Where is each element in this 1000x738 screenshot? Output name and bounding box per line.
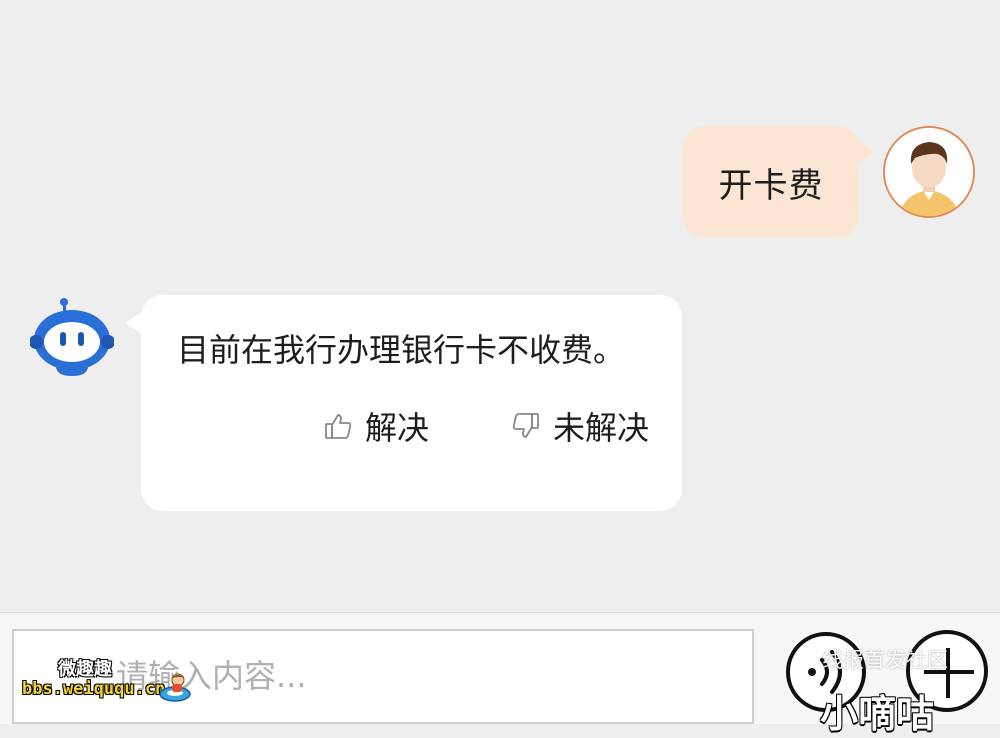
watermark-figure-icon <box>158 672 192 702</box>
thumbs-up-icon <box>323 411 353 441</box>
message-input[interactable] <box>114 649 718 703</box>
overlay-caption-bottom: 小嘀咕 <box>820 692 935 736</box>
chat-area: 开卡费 目前在我行办理银行卡不收费。 解决 未解决 <box>0 0 1000 612</box>
watermark-line2: bbs.weiququ.cn <box>22 678 166 699</box>
robot-avatar-icon <box>29 296 115 382</box>
watermark: 微趣趣 bbs.weiququ.cn <box>22 660 165 698</box>
thumbs-down-icon <box>511 411 541 441</box>
overlay-caption-top: 线报首发社区 <box>822 648 948 672</box>
solved-label: 解决 <box>365 409 430 447</box>
user-message-text: 开卡费 <box>718 165 824 206</box>
user-message-bubble: 开卡费 <box>683 126 875 238</box>
unsolved-label: 未解决 <box>553 409 650 447</box>
bot-message-text: 目前在我行办理银行卡不收费。 <box>177 331 626 369</box>
bot-message-bubble: 目前在我行办理银行卡不收费。 解决 未解决 <box>125 295 682 511</box>
watermark-line1: 微趣趣 <box>58 659 112 680</box>
user-avatar-icon[interactable] <box>883 126 975 218</box>
unsolved-button[interactable]: 未解决 <box>511 403 649 449</box>
solved-button[interactable]: 解决 <box>323 403 429 449</box>
